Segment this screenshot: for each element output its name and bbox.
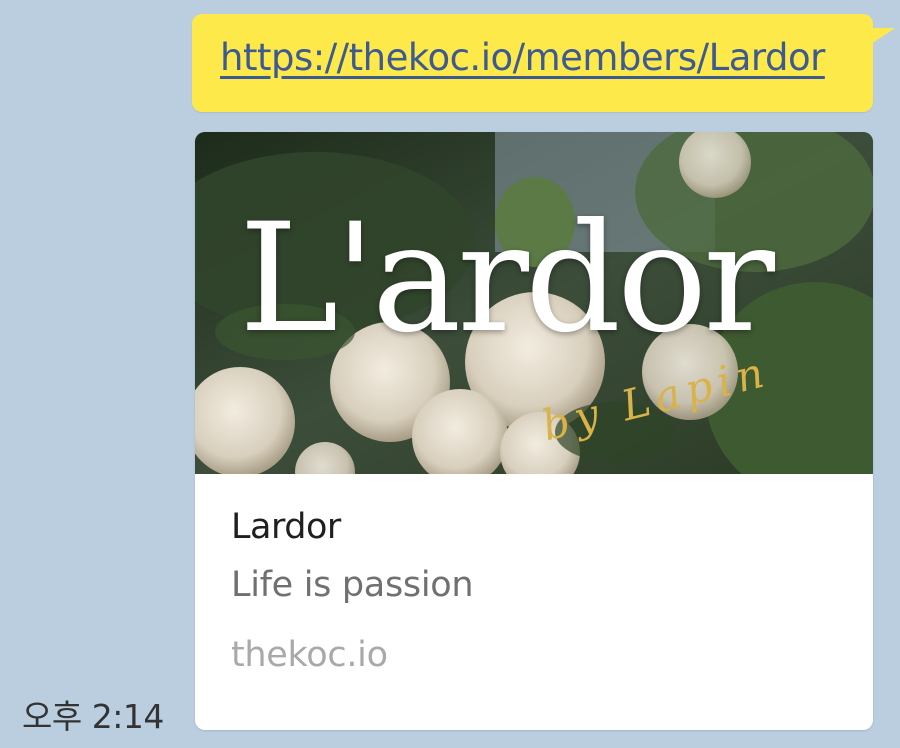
message-timestamp: 오후 2:14 (22, 697, 164, 736)
message-url-link[interactable]: https://thekoc.io/members/Lardor (220, 36, 825, 79)
message-bubble: https://thekoc.io/members/Lardor (192, 14, 895, 112)
preview-text-block: Lardor Life is passion thekoc.io (231, 507, 853, 673)
bubble-tail (871, 28, 895, 44)
preview-description: Life is passion (231, 565, 474, 605)
preview-title: Lardor (231, 507, 341, 547)
preview-image-logo-text: L'ardor (239, 192, 775, 366)
preview-image[interactable]: L'ardor by Lapin (195, 132, 873, 474)
preview-domain: thekoc.io (231, 635, 388, 675)
link-preview-card[interactable]: L'ardor by Lapin Lardor Life is passion … (195, 132, 873, 730)
